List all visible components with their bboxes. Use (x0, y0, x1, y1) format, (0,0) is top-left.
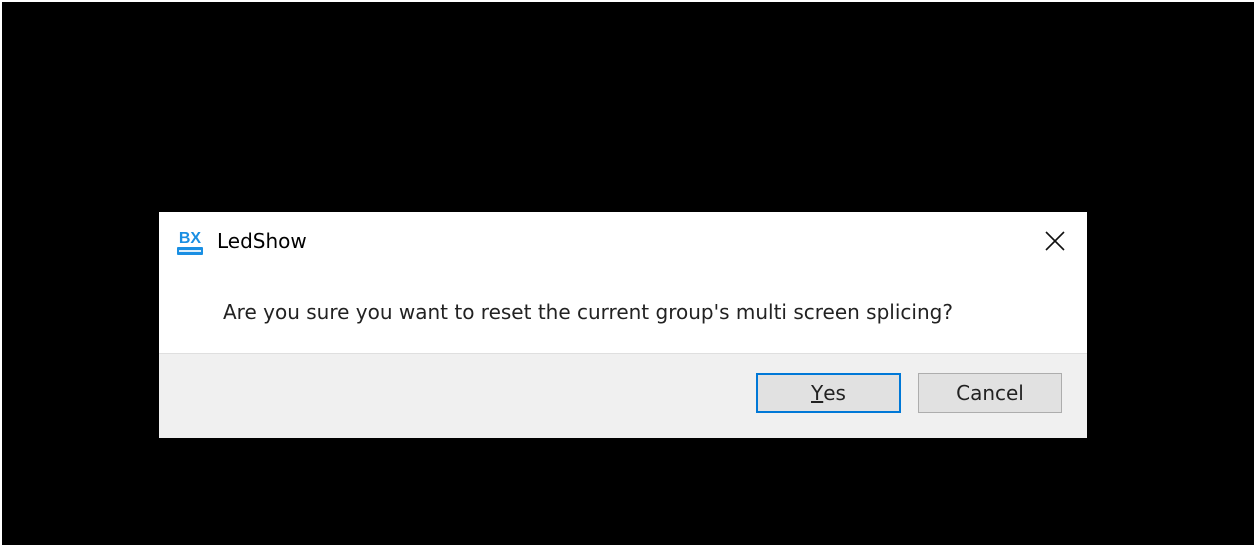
confirm-reset-dialog: BX LedShow Are you sure you want to rese… (159, 212, 1087, 438)
cancel-button[interactable]: Cancel (918, 373, 1062, 413)
close-icon (1045, 231, 1065, 251)
svg-text:BX: BX (179, 230, 202, 247)
yes-button-mnemonic: Y (811, 381, 824, 405)
dialog-button-bar: Yes Cancel (159, 353, 1087, 438)
yes-button-label: es (823, 381, 846, 405)
dialog-message: Are you sure you want to reset the curre… (223, 300, 953, 324)
dialog-titlebar: BX LedShow (159, 212, 1087, 270)
close-button[interactable] (1031, 222, 1079, 260)
dialog-title: LedShow (217, 229, 307, 253)
yes-button[interactable]: Yes (756, 373, 901, 413)
bx-app-icon: BX (174, 226, 206, 258)
